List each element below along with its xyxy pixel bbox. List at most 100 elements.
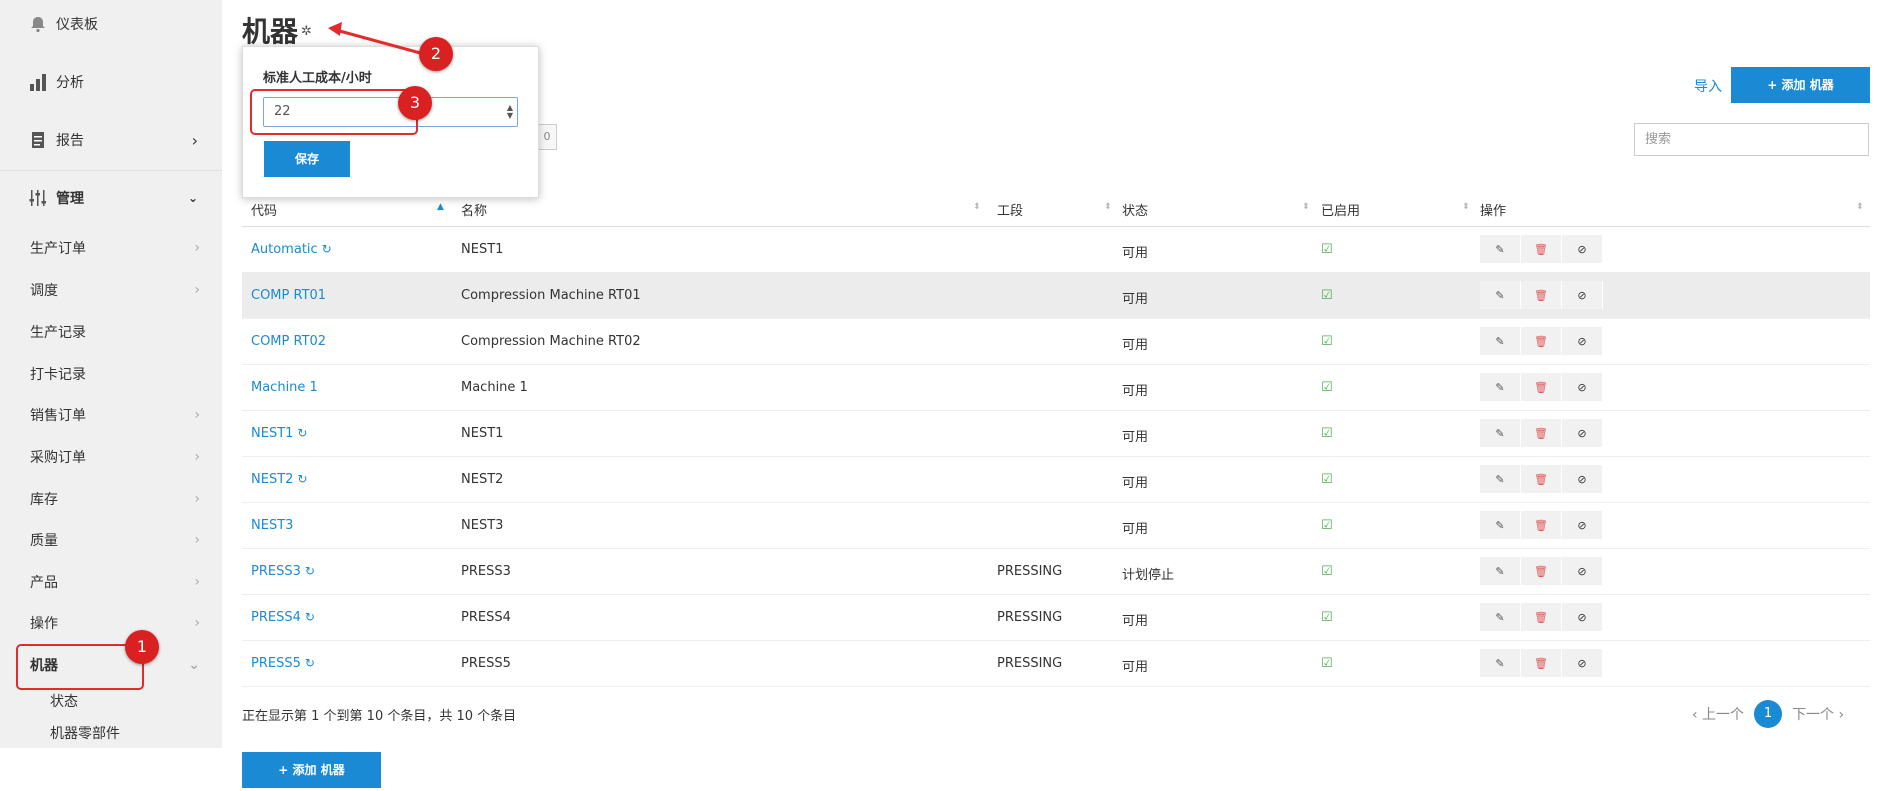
row-actions: ✎ 🗑 ⊘ (1480, 419, 1603, 447)
machine-code-link[interactable]: PRESS5 ↻ (251, 656, 315, 671)
table-row: PRESS5 ↻ PRESS5 PRESSING 可用 ☑ ✎ 🗑 ⊘ (242, 641, 1870, 687)
nav-dashboard[interactable]: 仪表板 (28, 14, 98, 34)
machine-code-link[interactable]: PRESS4 ↻ (251, 610, 315, 625)
machine-status: 可用 (1122, 338, 1149, 353)
edit-icon[interactable]: ✎ (1480, 649, 1521, 677)
prev-page-link[interactable]: ‹ 上一个 (1692, 704, 1744, 724)
nav-reports[interactable]: 报告 › (28, 130, 198, 150)
delete-icon[interactable]: 🗑 (1521, 327, 1562, 355)
disable-icon[interactable]: ⊘ (1562, 511, 1603, 539)
col-name[interactable]: 名称 (461, 200, 487, 219)
machine-code-text: NEST1 (251, 426, 294, 441)
sidebar-item-punch-records[interactable]: 打卡记录 (30, 363, 200, 385)
nav-manage[interactable]: 管理 ⌄ (28, 188, 198, 208)
disable-icon[interactable]: ⊘ (1562, 281, 1603, 309)
row-actions: ✎ 🗑 ⊘ (1480, 603, 1603, 631)
sidebar-item-label: 机器零部件 (50, 726, 120, 742)
edit-icon[interactable]: ✎ (1480, 235, 1521, 263)
disable-icon[interactable]: ⊘ (1562, 235, 1603, 263)
add-machine-button-bottom[interactable]: + 添加 机器 (242, 752, 381, 788)
col-enabled[interactable]: 已启用 (1321, 200, 1360, 219)
sidebar-item-production-records[interactable]: 生产记录 (30, 321, 200, 343)
machine-code-link[interactable]: COMP RT01 (251, 288, 326, 303)
machine-status: 可用 (1122, 660, 1149, 675)
edit-icon[interactable]: ✎ (1480, 327, 1521, 355)
sidebar-item-quality[interactable]: 质量 › (30, 529, 200, 551)
search-input[interactable]: 搜索 (1634, 123, 1869, 156)
chevron-right-icon: › (194, 615, 200, 631)
delete-icon[interactable]: 🗑 (1521, 419, 1562, 447)
delete-icon[interactable]: 🗑 (1521, 603, 1562, 631)
edit-icon[interactable]: ✎ (1480, 373, 1521, 401)
machine-code-link[interactable]: Automatic ↻ (251, 242, 332, 257)
number-spinner-icon[interactable]: ▲ ▼ (507, 104, 513, 120)
delete-icon[interactable]: 🗑 (1521, 235, 1562, 263)
import-link[interactable]: 导入 (1694, 76, 1722, 96)
col-code[interactable]: 代码 (251, 200, 277, 219)
chevron-right-icon: › (194, 240, 200, 256)
gear-icon[interactable]: ✲ (301, 24, 312, 39)
delete-icon[interactable]: 🗑 (1521, 649, 1562, 677)
save-button[interactable]: 保存 (264, 141, 350, 177)
sidebar-item-inventory[interactable]: 库存 › (30, 488, 200, 510)
nav-manage-label: 管理 (56, 191, 84, 207)
machine-code-link[interactable]: COMP RT02 (251, 334, 326, 349)
sidebar-item-label: 产品 (30, 575, 58, 591)
disable-icon[interactable]: ⊘ (1562, 649, 1603, 677)
sidebar-subitem-machine-parts[interactable]: 机器零部件 (50, 722, 200, 744)
row-actions: ✎ 🗑 ⊘ (1480, 281, 1603, 309)
edit-icon[interactable]: ✎ (1480, 511, 1521, 539)
sidebar-item-sales-orders[interactable]: 销售订单 › (30, 404, 200, 426)
sidebar-item-scheduling[interactable]: 调度 › (30, 279, 200, 301)
sidebar-item-label: 质量 (30, 533, 58, 549)
machine-code-link[interactable]: NEST3 (251, 518, 293, 533)
nav-analysis[interactable]: 分析 (28, 72, 84, 92)
edit-icon[interactable]: ✎ (1480, 557, 1521, 585)
disable-icon[interactable]: ⊘ (1562, 603, 1603, 631)
enabled-check-icon: ☑ (1321, 242, 1333, 257)
machine-code-text: Machine 1 (251, 380, 318, 395)
disable-icon[interactable]: ⊘ (1562, 373, 1603, 401)
machine-code-link[interactable]: Machine 1 (251, 380, 318, 395)
disable-icon[interactable]: ⊘ (1562, 419, 1603, 447)
delete-icon[interactable]: 🗑 (1521, 511, 1562, 539)
disable-icon[interactable]: ⊘ (1562, 465, 1603, 493)
delete-icon[interactable]: 🗑 (1521, 281, 1562, 309)
chevron-down-icon: ⌄ (187, 191, 198, 205)
machine-name: PRESS4 (461, 610, 511, 625)
machine-code-link[interactable]: PRESS3 ↻ (251, 564, 315, 579)
edit-icon[interactable]: ✎ (1480, 603, 1521, 631)
sidebar-subitem-status[interactable]: 状态 (50, 690, 200, 712)
machine-name: Machine 1 (461, 380, 528, 395)
edit-icon[interactable]: ✎ (1480, 419, 1521, 447)
pagination: ‹ 上一个 1 下一个 › (1692, 700, 1844, 728)
machine-code-link[interactable]: NEST2 ↻ (251, 472, 307, 487)
page-1-button[interactable]: 1 (1754, 700, 1783, 728)
delete-icon[interactable]: 🗑 (1521, 557, 1562, 585)
disable-icon[interactable]: ⊘ (1562, 327, 1603, 355)
sidebar-item-operations[interactable]: 操作 › (30, 612, 200, 634)
machine-code-text: COMP RT02 (251, 334, 327, 349)
delete-icon[interactable]: 🗑 (1521, 373, 1562, 401)
col-stage[interactable]: 工段 (997, 200, 1023, 219)
bell-icon (28, 14, 48, 34)
next-page-link[interactable]: 下一个 › (1792, 704, 1844, 724)
sidebar-item-production-orders[interactable]: 生产订单 › (30, 237, 200, 259)
page-length-select[interactable]: 0 (537, 124, 557, 150)
machine-code-link[interactable]: NEST1 ↻ (251, 426, 307, 441)
machine-name: Compression Machine RT01 (461, 288, 641, 303)
enabled-check-icon: ☑ (1321, 564, 1333, 579)
col-status[interactable]: 状态 (1122, 200, 1148, 219)
machine-stage: PRESSING (997, 610, 1063, 625)
edit-icon[interactable]: ✎ (1480, 281, 1521, 309)
machine-status: 计划停止 (1122, 568, 1175, 583)
chevron-right-icon: › (194, 574, 200, 590)
disable-icon[interactable]: ⊘ (1562, 557, 1603, 585)
add-machine-button[interactable]: + 添加 机器 (1731, 67, 1870, 103)
enabled-check-icon: ☑ (1321, 610, 1333, 625)
sidebar-item-products[interactable]: 产品 › (30, 571, 200, 593)
sidebar-item-purchase-orders[interactable]: 采购订单 › (30, 446, 200, 468)
edit-icon[interactable]: ✎ (1480, 465, 1521, 493)
nav-analysis-label: 分析 (56, 75, 84, 91)
delete-icon[interactable]: 🗑 (1521, 465, 1562, 493)
